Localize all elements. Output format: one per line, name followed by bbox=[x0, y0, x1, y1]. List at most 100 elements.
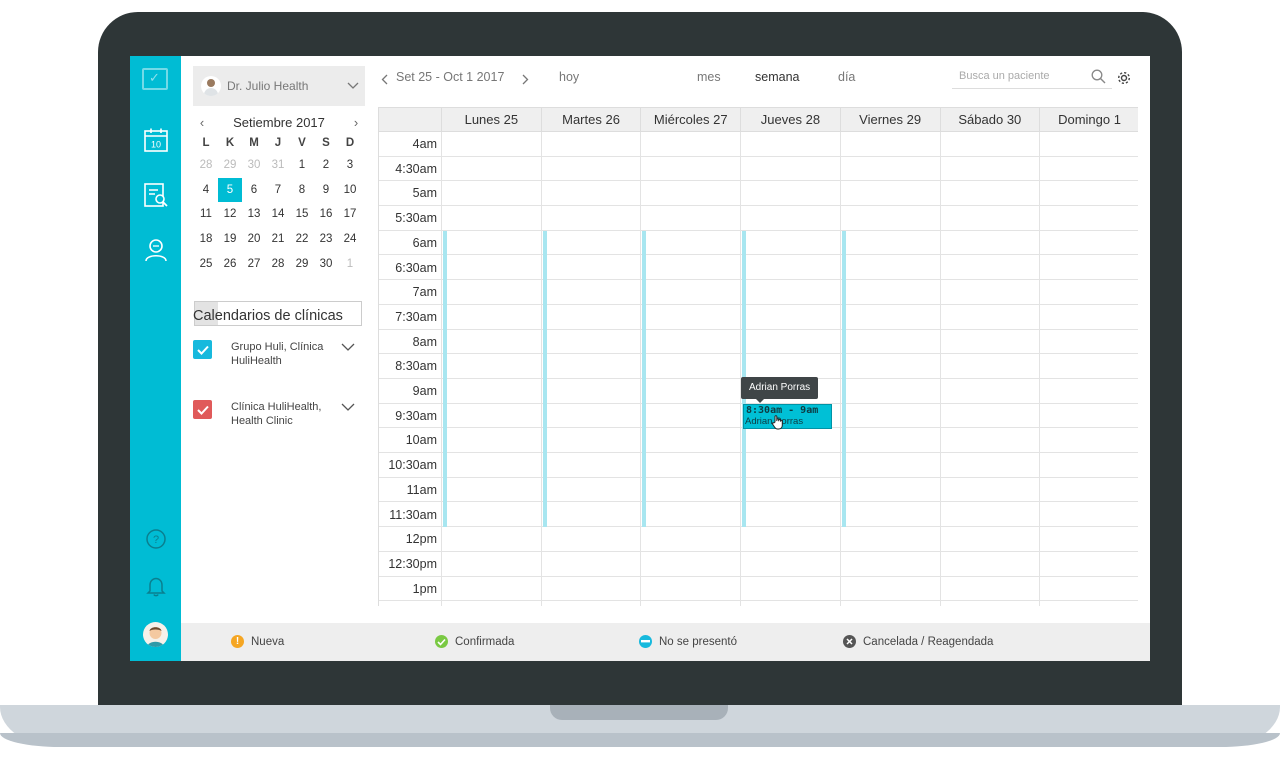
mini-calendar-day[interactable]: 26 bbox=[218, 252, 242, 277]
time-slot-row[interactable]: 6:30am bbox=[379, 256, 1138, 281]
mini-calendar-day[interactable]: 5 bbox=[218, 177, 242, 203]
search-icon[interactable] bbox=[1091, 69, 1106, 84]
time-slot-row[interactable]: 1pm bbox=[379, 577, 1138, 602]
mini-calendar-day[interactable]: 30 bbox=[314, 252, 338, 277]
today-button[interactable]: hoy bbox=[559, 70, 579, 84]
week-grid-header: Lunes 25 Martes 26 Miércoles 27 Jueves 28 Vi… bbox=[379, 107, 1138, 132]
rail-doctors[interactable] bbox=[130, 230, 181, 270]
mini-calendar-day[interactable]: 31 bbox=[266, 153, 290, 178]
time-slot-row[interactable]: 5:30am bbox=[379, 206, 1138, 231]
day-column-header[interactable]: Miércoles 27 bbox=[640, 108, 740, 132]
mini-calendar-day[interactable]: 25 bbox=[194, 252, 218, 277]
mini-calendar-day[interactable]: 9 bbox=[314, 178, 338, 203]
mini-calendar-day[interactable]: 28 bbox=[194, 153, 218, 178]
weekday-label: M bbox=[249, 137, 259, 149]
mini-calendar-day[interactable]: 27 bbox=[242, 252, 266, 277]
day-column-header[interactable]: Martes 26 bbox=[540, 108, 641, 132]
time-slot-row[interactable]: 12:30pm bbox=[379, 552, 1138, 577]
help-icon: ? bbox=[145, 529, 166, 549]
clinic-checkbox[interactable] bbox=[193, 400, 212, 419]
mini-calendar-day[interactable]: 15 bbox=[290, 202, 314, 227]
day-column-header[interactable]: Jueves 28 bbox=[740, 108, 840, 132]
app-logo-icon bbox=[142, 68, 168, 90]
time-slot-row[interactable]: 10am bbox=[379, 428, 1138, 454]
search-input[interactable]: Busca un paciente bbox=[959, 70, 1050, 82]
mini-calendar-day[interactable]: 16 bbox=[314, 202, 338, 227]
laptop-notch bbox=[550, 705, 728, 720]
doctor-name: Dr. Julio Health bbox=[227, 79, 309, 93]
clinic-item[interactable]: Grupo Huli, Clínica HuliHealth bbox=[193, 340, 365, 384]
chevron-down-icon[interactable] bbox=[341, 343, 355, 352]
time-slot-row[interactable]: 7am bbox=[379, 280, 1138, 305]
user-avatar[interactable] bbox=[143, 622, 168, 647]
time-label: 4:30am bbox=[395, 161, 437, 176]
rail-notifications[interactable] bbox=[130, 566, 181, 606]
mini-calendar-day[interactable]: 24 bbox=[338, 227, 362, 252]
mini-calendar-day[interactable]: 7 bbox=[266, 178, 290, 203]
time-slot-row[interactable]: 6am bbox=[379, 231, 1138, 256]
day-column-header[interactable]: Lunes 25 bbox=[441, 108, 541, 132]
time-label: 1pm bbox=[412, 581, 437, 596]
mini-calendar-day[interactable]: 28 bbox=[266, 252, 290, 277]
clinic-label: Clínica HuliHealth, Health Clinic bbox=[231, 401, 322, 427]
day-column-header[interactable]: Sábado 30 bbox=[939, 108, 1040, 132]
time-slot-row[interactable]: 7:30am bbox=[379, 305, 1138, 330]
appointment-event[interactable]: 8:30am - 9am Adrian Porras bbox=[743, 404, 832, 429]
weekday-label: L bbox=[202, 137, 210, 149]
mini-calendar-day[interactable]: 12 bbox=[218, 202, 242, 227]
mini-calendar-day[interactable]: 2 bbox=[314, 153, 338, 178]
mini-calendar-day[interactable]: 8 bbox=[290, 178, 314, 203]
mini-calendar-day[interactable]: 21 bbox=[266, 227, 290, 252]
mini-calendar-day[interactable]: 10 bbox=[338, 178, 362, 203]
view-day-button[interactable]: día bbox=[838, 70, 855, 84]
prev-week-icon[interactable] bbox=[381, 74, 389, 85]
rail-patients[interactable] bbox=[130, 175, 181, 215]
patient-search[interactable]: Busca un paciente bbox=[952, 64, 1112, 89]
clinic-checkbox[interactable] bbox=[193, 340, 212, 359]
mini-calendar-day[interactable]: 1 bbox=[338, 252, 362, 277]
mini-calendar-day[interactable]: 1 bbox=[290, 153, 314, 178]
doctor-icon bbox=[144, 239, 167, 262]
view-week-button[interactable]: semana bbox=[755, 70, 799, 84]
time-slot-row[interactable]: 5am bbox=[379, 181, 1138, 207]
day-column-header[interactable]: Viernes 29 bbox=[839, 108, 940, 132]
rail-help[interactable]: ? bbox=[130, 519, 181, 559]
mini-calendar-day[interactable]: 3 bbox=[338, 153, 362, 178]
next-week-icon[interactable] bbox=[521, 74, 529, 85]
mini-calendar-day[interactable]: 20 bbox=[242, 227, 266, 252]
time-slot-row[interactable]: 11:30am bbox=[379, 503, 1138, 528]
mini-calendar-day[interactable]: 22 bbox=[290, 227, 314, 252]
mini-calendar-next-button[interactable]: › bbox=[347, 115, 365, 130]
time-slot-row[interactable]: 12pm bbox=[379, 527, 1138, 552]
mini-calendar-day[interactable]: 17 bbox=[338, 202, 362, 227]
mini-calendar-day[interactable]: 14 bbox=[266, 202, 290, 227]
mini-calendar-day[interactable]: 11 bbox=[194, 202, 218, 227]
mini-calendar-day[interactable]: 29 bbox=[290, 252, 314, 277]
mini-calendar-day[interactable]: 30 bbox=[242, 153, 266, 178]
doctor-selector[interactable]: Dr. Julio Health bbox=[193, 66, 365, 106]
time-slot-row[interactable]: 8:30am bbox=[379, 354, 1138, 379]
grid-divider bbox=[640, 132, 642, 606]
clinic-item[interactable]: Clínica HuliHealth, Health Clinic bbox=[193, 400, 365, 444]
mini-calendar-day[interactable]: 29 bbox=[218, 153, 242, 178]
mini-calendar-day[interactable]: 18 bbox=[194, 227, 218, 252]
time-label: 8:30am bbox=[395, 359, 437, 374]
chevron-down-icon[interactable] bbox=[341, 403, 355, 412]
time-label: 8am bbox=[412, 334, 437, 349]
time-slot-row[interactable]: 4:30am bbox=[379, 157, 1138, 182]
view-month-button[interactable]: mes bbox=[697, 70, 721, 84]
mini-calendar-day[interactable]: 23 bbox=[314, 227, 338, 252]
time-slot-row[interactable]: 8am bbox=[379, 330, 1138, 355]
mini-calendar-day[interactable]: 19 bbox=[218, 227, 242, 252]
mini-calendar-day[interactable]: 13 bbox=[242, 202, 266, 227]
mini-calendar-day[interactable]: 4 bbox=[194, 178, 218, 203]
time-slot-row[interactable]: 10:30am bbox=[379, 453, 1138, 478]
availability-bar bbox=[542, 230, 547, 528]
gear-icon[interactable] bbox=[1116, 70, 1132, 86]
time-slot-row[interactable]: 4am bbox=[379, 132, 1138, 157]
mini-calendar-day[interactable]: 6 bbox=[242, 178, 266, 203]
rail-calendar[interactable]: 10 bbox=[130, 120, 181, 160]
time-slot-row[interactable]: 11am bbox=[379, 478, 1138, 503]
mini-calendar-prev-button[interactable]: ‹ bbox=[193, 115, 211, 130]
day-column-header[interactable]: Domingo 1 bbox=[1039, 108, 1138, 132]
